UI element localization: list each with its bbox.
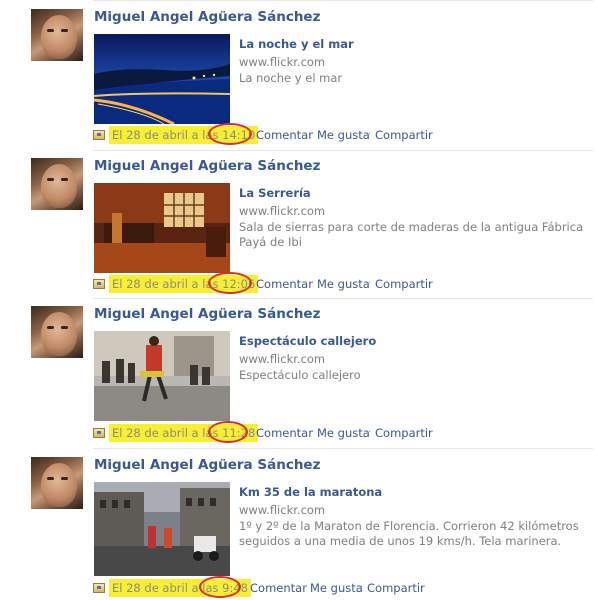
link-description: Sala de sierras para corte de maderas de…	[239, 220, 584, 249]
avatar[interactable]	[31, 306, 83, 358]
avatar[interactable]	[31, 457, 83, 509]
link-attachment-icon	[93, 130, 105, 140]
share-link[interactable]: Compartir	[375, 126, 433, 144]
like-link[interactable]: Me gusta	[310, 579, 363, 597]
comment-link[interactable]: Comentar	[250, 579, 307, 597]
link-description: La noche y el mar	[239, 71, 343, 85]
share-link[interactable]: Compartir	[375, 275, 433, 293]
comment-link[interactable]: Comentar	[256, 275, 313, 293]
link-thumbnail[interactable]	[94, 34, 230, 124]
share-link[interactable]: Compartir	[367, 579, 425, 597]
link-domain: www.flickr.com	[239, 55, 326, 69]
separator: ·	[311, 427, 315, 438]
separator: ·	[368, 129, 372, 140]
separator: ·	[311, 278, 315, 289]
author-name[interactable]: Miguel Angel Agüera Sánchez	[94, 457, 320, 473]
like-link[interactable]: Me gusta	[317, 275, 370, 293]
link-attachment-icon	[93, 428, 105, 438]
link-attachment-icon	[93, 583, 105, 593]
link-domain: www.flickr.com	[239, 204, 326, 218]
story-actions: El 28 de abril a las 9:48 Comentar · Me …	[93, 576, 513, 598]
link-title[interactable]: La noche y el mar	[239, 37, 354, 51]
separator: ·	[303, 582, 307, 593]
share-link[interactable]: Compartir	[375, 424, 433, 442]
separator: ·	[368, 427, 372, 438]
link-title[interactable]: Espectáculo callejero	[239, 334, 376, 348]
feed-divider	[93, 298, 593, 299]
story-actions: El 28 de abril a las 12:06 Comentar · Me…	[93, 272, 513, 294]
feed-divider	[93, 0, 593, 1]
like-link[interactable]: Me gusta	[317, 126, 370, 144]
separator: ·	[311, 129, 315, 140]
avatar[interactable]	[31, 158, 83, 210]
link-title[interactable]: Km 35 de la maratona	[239, 485, 382, 499]
link-attachment-icon	[93, 279, 105, 289]
time-highlight-ring	[208, 272, 252, 294]
like-link[interactable]: Me gusta	[317, 424, 370, 442]
story-actions: El 28 de abril a las 14:10 Comentar · Me…	[93, 123, 513, 145]
time-highlight-ring	[208, 421, 248, 443]
comment-link[interactable]: Comentar	[256, 126, 313, 144]
author-name[interactable]: Miguel Angel Agüera Sánchez	[94, 158, 320, 174]
feed-divider	[93, 150, 593, 151]
time-highlight-ring	[208, 123, 252, 145]
link-domain: www.flickr.com	[239, 503, 326, 517]
link-thumbnail[interactable]	[94, 331, 230, 421]
link-thumbnail[interactable]	[94, 183, 230, 273]
author-name[interactable]: Miguel Angel Agüera Sánchez	[94, 9, 320, 25]
avatar[interactable]	[31, 9, 83, 61]
separator: ·	[368, 278, 372, 289]
link-description: 1º y 2º de la Maraton de Florencia. Corr…	[239, 519, 579, 548]
comment-link[interactable]: Comentar	[256, 424, 313, 442]
story-actions: El 28 de abril a las 11:28 Comentar · Me…	[93, 421, 513, 443]
separator: ·	[360, 582, 364, 593]
link-description: Espectáculo callejero	[239, 368, 361, 382]
author-name[interactable]: Miguel Angel Agüera Sánchez	[94, 306, 320, 322]
feed-divider	[93, 448, 593, 449]
link-thumbnail[interactable]	[94, 482, 230, 576]
link-domain: www.flickr.com	[239, 352, 326, 366]
link-title[interactable]: La Serrería	[239, 186, 311, 200]
time-highlight-ring	[199, 576, 241, 598]
